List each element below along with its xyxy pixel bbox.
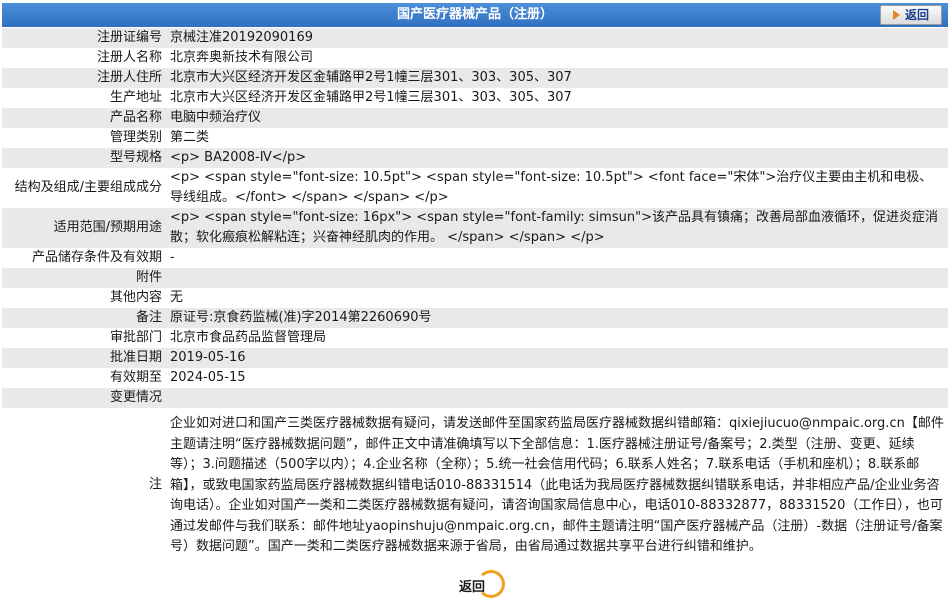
field-value: <p> BA2008-Ⅳ</p> bbox=[166, 148, 948, 168]
table-row: 管理类别 第二类 bbox=[2, 128, 948, 148]
field-value: - bbox=[166, 248, 948, 268]
field-value: 原证号:京食药监械(准)字2014第2260690号 bbox=[166, 308, 948, 328]
field-value: 第二类 bbox=[166, 128, 948, 148]
table-row: 注册人名称 北京奔奥新技术有限公司 bbox=[2, 48, 948, 68]
note-row: 注企业如对进口和国产三类医疗器械数据有疑问，请发送邮件至国家药监局医疗器械数据纠… bbox=[2, 408, 948, 562]
field-value: 北京市大兴区经济开发区金辅路甲2号1幢三层301、303、305、307 bbox=[166, 68, 948, 88]
field-label: 产品名称 bbox=[2, 108, 166, 128]
table-row: 注册人住所 北京市大兴区经济开发区金辅路甲2号1幢三层301、303、305、30… bbox=[2, 68, 948, 88]
field-value: 京械注准20192090169 bbox=[166, 28, 948, 48]
field-value: 无 bbox=[166, 288, 948, 308]
detail-table: 注册证编号 京械注准20192090169 注册人名称 北京奔奥新技术有限公司 注册人住… bbox=[2, 28, 948, 562]
note-label: 注 bbox=[2, 408, 166, 562]
field-value: <p> <span style="font-size: 16px"> <span… bbox=[166, 208, 948, 248]
field-label: 注册证编号 bbox=[2, 28, 166, 48]
field-label: 注册人名称 bbox=[2, 48, 166, 68]
back-button-top[interactable]: 返回 bbox=[880, 5, 942, 25]
field-value: 北京市大兴区经济开发区金辅路甲2号1幢三层301、303、305、307 bbox=[166, 88, 948, 108]
table-row: 有效期至 2024-05-15 bbox=[2, 368, 948, 388]
field-label: 结构及组成/主要组成成分 bbox=[2, 168, 166, 208]
field-label: 管理类别 bbox=[2, 128, 166, 148]
field-label: 适用范围/预期用途 bbox=[2, 208, 166, 248]
table-row: 附件 bbox=[2, 268, 948, 288]
field-value: 电脑中频治疗仪 bbox=[166, 108, 948, 128]
field-value: 北京市食品药品监督管理局 bbox=[166, 328, 948, 348]
field-label: 有效期至 bbox=[2, 368, 166, 388]
page-header: 国产医疗器械产品（注册） 返回 bbox=[2, 3, 948, 27]
arrow-right-icon bbox=[892, 10, 900, 20]
table-row: 生产地址 北京市大兴区经济开发区金辅路甲2号1幢三层301、303、305、307 bbox=[2, 88, 948, 108]
field-label: 备注 bbox=[2, 308, 166, 328]
table-row: 变更情况 bbox=[2, 388, 948, 408]
field-label: 附件 bbox=[2, 268, 166, 288]
field-label: 产品储存条件及有效期 bbox=[2, 248, 166, 268]
table-row: 批准日期 2019-05-16 bbox=[2, 348, 948, 368]
circle-arrow-icon bbox=[477, 569, 505, 598]
table-row: 适用范围/预期用途 <p> <span style="font-size: 16p… bbox=[2, 208, 948, 248]
field-label: 其他内容 bbox=[2, 288, 166, 308]
table-row: 型号规格 <p> BA2008-Ⅳ</p> bbox=[2, 148, 948, 168]
table-row: 备注 原证号:京食药监械(准)字2014第2260690号 bbox=[2, 308, 948, 328]
field-value: 2024-05-15 bbox=[166, 368, 948, 388]
field-label: 变更情况 bbox=[2, 388, 166, 408]
field-label: 注册人住所 bbox=[2, 68, 166, 88]
field-value bbox=[166, 388, 948, 408]
page-title: 国产医疗器械产品（注册） bbox=[396, 7, 553, 22]
field-label: 型号规格 bbox=[2, 148, 166, 168]
field-value: 2019-05-16 bbox=[166, 348, 948, 368]
footer: 返回 bbox=[0, 569, 950, 604]
note-text: 企业如对进口和国产三类医疗器械数据有疑问，请发送邮件至国家药监局医疗器械数据纠错… bbox=[166, 408, 948, 562]
table-row: 注册证编号 京械注准20192090169 bbox=[2, 28, 948, 48]
field-value bbox=[166, 268, 948, 288]
page: 国产医疗器械产品（注册） 返回 注册证编号 京械注准20192090169 注册人名… bbox=[0, 3, 950, 604]
field-label: 审批部门 bbox=[2, 328, 166, 348]
table-row: 审批部门 北京市食品药品监督管理局 bbox=[2, 328, 948, 348]
field-value: <p> <span style="font-size: 10.5pt"> <sp… bbox=[166, 168, 948, 208]
field-label: 批准日期 bbox=[2, 348, 166, 368]
table-row: 产品名称 电脑中频治疗仪 bbox=[2, 108, 948, 128]
field-value: 北京奔奥新技术有限公司 bbox=[166, 48, 948, 68]
back-button-top-label: 返回 bbox=[904, 8, 929, 22]
table-row: 产品储存条件及有效期 - bbox=[2, 248, 948, 268]
table-row: 结构及组成/主要组成成分 <p> <span style="font-size: … bbox=[2, 168, 948, 208]
back-button-bottom[interactable]: 返回 bbox=[455, 569, 505, 599]
field-label: 生产地址 bbox=[2, 88, 166, 108]
table-row: 其他内容无 bbox=[2, 288, 948, 308]
